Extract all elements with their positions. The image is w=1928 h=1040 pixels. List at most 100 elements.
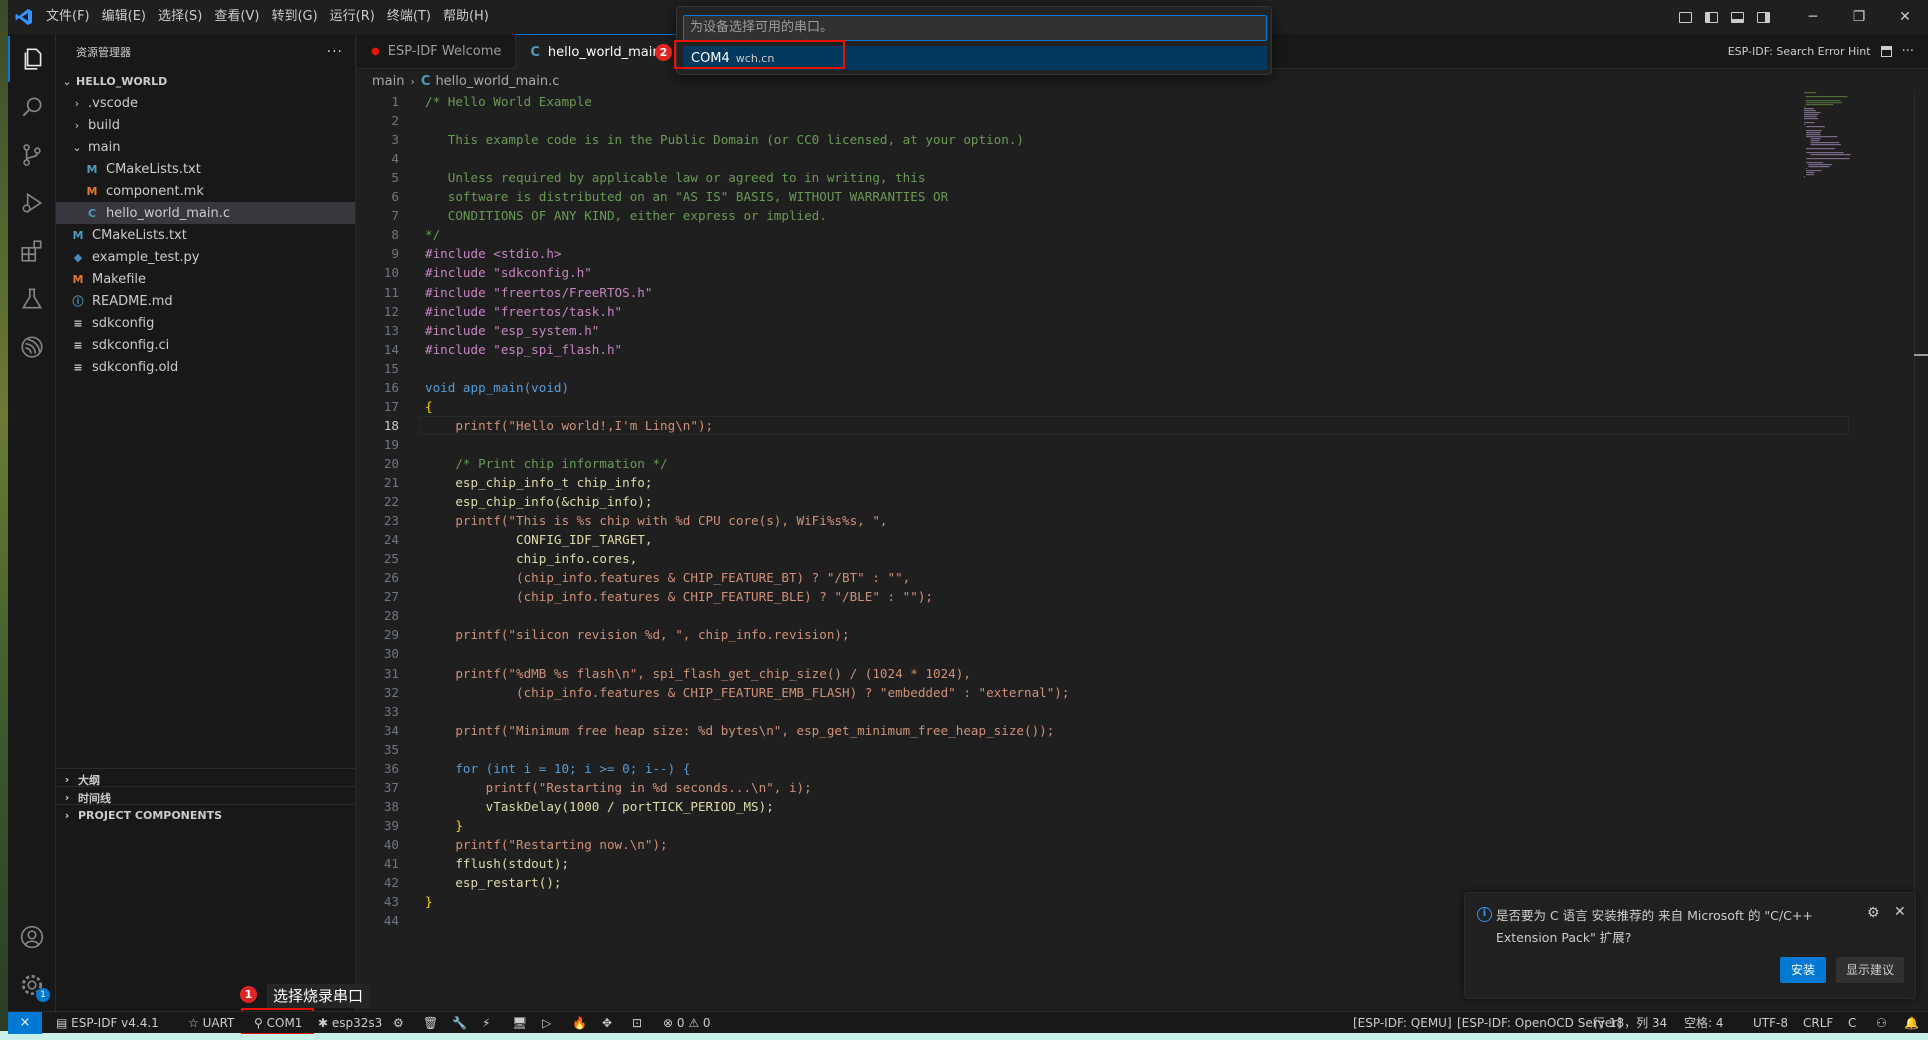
terminal-icon[interactable]: ⊡ <box>632 1012 642 1034</box>
search-icon[interactable] <box>8 84 56 130</box>
workspace-root[interactable]: ⌄ HELLO_WORLD <box>56 70 355 92</box>
minimap-line <box>1806 152 1844 154</box>
custom-task-icon[interactable]: ✥ <box>602 1012 612 1034</box>
sidebar-section[interactable]: › PROJECT COMPONENTS <box>56 804 355 826</box>
tree-item[interactable]: Chello_world_main.c <box>56 202 355 224</box>
menu-item[interactable]: 查看(V) <box>208 0 265 34</box>
status-item[interactable]: [ESP-IDF: QEMU] <box>1353 1012 1452 1034</box>
minimize-button[interactable]: ─ <box>1790 0 1836 34</box>
restore-button[interactable]: ❐ <box>1836 0 1882 34</box>
editor-scrollbar[interactable] <box>1914 92 1928 992</box>
quick-pick-input[interactable]: 为设备选择可用的串口。 <box>683 15 1267 41</box>
sdk-config-gear-icon[interactable]: ⚙ <box>393 1012 404 1034</box>
notifications-bell-icon[interactable]: 🔔 <box>1904 1012 1919 1034</box>
tree-item[interactable]: ≡ sdkconfig <box>56 312 355 334</box>
minimap-line <box>1804 112 1821 114</box>
code-text: esp_restart(); <box>425 875 562 891</box>
chevron-down-icon: ⌄ <box>72 140 82 154</box>
menu-item[interactable]: 帮助(H) <box>437 0 495 34</box>
code-text: } <box>425 817 463 833</box>
status-item[interactable]: 行 18，列 34 <box>1593 1012 1667 1034</box>
esp-idf-search-error-hint[interactable]: ESP-IDF: Search Error Hint <box>1728 45 1871 58</box>
device-target[interactable]: ✱ esp32s3 <box>318 1012 382 1034</box>
tree-item[interactable]: M CMakeLists.txt <box>56 224 355 246</box>
tree-item-label: CMakeLists.txt <box>92 227 187 243</box>
menu-item[interactable]: 终端(T) <box>381 0 437 34</box>
tree-item[interactable]: M CMakeLists.txt <box>56 158 355 180</box>
toggle-panel-icon[interactable] <box>1724 0 1750 34</box>
accounts-icon[interactable]: ⚇ <box>1876 1012 1887 1034</box>
debug-icon[interactable]: ▷ <box>542 1012 551 1034</box>
menu-item[interactable]: 编辑(E) <box>96 0 152 34</box>
problems-indicator[interactable]: ⊗ 0 ⚠ 0 <box>663 1012 711 1034</box>
more-actions-icon[interactable]: ··· <box>327 44 343 60</box>
minimap[interactable] <box>1800 92 1910 182</box>
minimap-line <box>1806 172 1815 174</box>
gear-icon[interactable]: ⚙ <box>1867 905 1880 921</box>
tree-item-label: sdkconfig.ci <box>92 337 170 353</box>
split-editor-icon[interactable] <box>1880 46 1892 57</box>
menu-item[interactable]: 运行(R) <box>324 0 381 34</box>
tree-item[interactable]: ≡ sdkconfig.ci <box>56 334 355 356</box>
toggle-primary-sidebar-icon[interactable] <box>1698 0 1724 34</box>
tree-item[interactable]: ◆ example_test.py <box>56 246 355 268</box>
customize-layout-icon[interactable] <box>1672 0 1698 34</box>
build-flash-monitor-flame-icon[interactable]: 🔥 <box>572 1012 587 1034</box>
source-control-icon[interactable] <box>8 132 56 178</box>
flash-method[interactable]: ☆ UART <box>188 1012 234 1034</box>
show-recommendations-button[interactable]: 显示建议 <box>1836 957 1904 983</box>
esp-idf-version[interactable]: ▤ ESP-IDF v4.4.1 <box>56 1012 159 1034</box>
minimap-line <box>1810 140 1820 142</box>
tree-item[interactable]: Mcomponent.mk <box>56 180 355 202</box>
manage-gear-icon[interactable]: 1 <box>8 962 56 1008</box>
breadcrumb-file[interactable]: hello_world_main.c <box>435 74 559 89</box>
line-number: 7 <box>391 208 399 224</box>
status-item[interactable]: C <box>1848 1012 1856 1034</box>
breadcrumb-folder[interactable]: main <box>372 74 404 89</box>
c-file-icon: C <box>420 73 431 89</box>
monitor-screen-icon[interactable]: 🖥 <box>512 1012 527 1034</box>
code-text: This example code is in the Public Domai… <box>425 132 1024 148</box>
tree-item[interactable]: › .vscode <box>56 92 355 114</box>
flash-lightning-icon[interactable]: ⚡ <box>482 1012 490 1034</box>
file-type-icon: ≡ <box>73 338 83 352</box>
close-button[interactable]: ✕ <box>1882 0 1928 34</box>
code-line: 7 CONDITIONS OF ANY KIND, either express… <box>357 206 1857 225</box>
close-icon[interactable]: ✕ <box>1894 904 1906 920</box>
menu-item[interactable]: 转到(G) <box>265 0 323 34</box>
build-wrench-icon[interactable]: 🔧 <box>452 1012 467 1034</box>
menu-item[interactable]: 选择(S) <box>152 0 208 34</box>
code-line: 27 (chip_info.features & CHIP_FEATURE_BL… <box>357 587 1857 606</box>
tab-esp-idf-welcome[interactable]: ● ESP-IDF Welcome <box>357 34 517 69</box>
menu-item[interactable]: 文件(F) <box>40 0 96 34</box>
esp-idf-icon[interactable] <box>8 324 56 370</box>
tree-item[interactable]: ≡ sdkconfig.old <box>56 356 355 378</box>
testing-icon[interactable] <box>8 276 56 322</box>
install-button[interactable]: 安装 <box>1780 957 1826 983</box>
esp-idf-version-label: ESP-IDF v4.4.1 <box>71 1016 159 1030</box>
more-actions-icon[interactable]: ··· <box>1902 44 1914 59</box>
tree-item[interactable]: ⓘ README.md <box>56 290 355 312</box>
code-line: 1 /* Hello World Example <box>357 92 1857 111</box>
full-clean-trash-icon[interactable]: 🗑 <box>423 1012 438 1034</box>
code-line: 12 #include "freertos/task.h" <box>357 302 1857 321</box>
remote-indicator-icon[interactable]: ⨯ <box>8 1012 42 1034</box>
explorer-title: 资源管理器 <box>76 46 131 59</box>
tree-item[interactable]: ⌄ main <box>56 136 355 158</box>
explorer-header: 资源管理器 ··· <box>56 34 355 70</box>
account-icon[interactable] <box>8 914 56 960</box>
explorer-icon[interactable] <box>8 36 56 82</box>
run-debug-icon[interactable] <box>8 180 56 226</box>
tree-item[interactable]: M Makefile <box>56 268 355 290</box>
extensions-icon[interactable] <box>8 228 56 274</box>
toggle-secondary-sidebar-icon[interactable] <box>1750 0 1776 34</box>
status-item[interactable]: 空格: 4 <box>1684 1012 1724 1034</box>
tree-item[interactable]: › build <box>56 114 355 136</box>
serial-port-com1[interactable]: ⚲ COM1 <box>254 1012 302 1034</box>
app-window: 文件(F) 编辑(E) 选择(S) 查看(V) 转到(G) 运行(R) 终端(T) 帮助(H)… <box>0 0 1928 1040</box>
code-text: vTaskDelay(1000 / portTICK_PERIOD_MS); <box>425 798 774 814</box>
code-text: for (int i = 10; i >= 0; i--) { <box>425 760 691 776</box>
window-controls: ─ ❐ ✕ <box>1672 0 1928 34</box>
status-item[interactable]: CRLF <box>1803 1012 1833 1034</box>
status-item[interactable]: UTF-8 <box>1753 1012 1788 1034</box>
